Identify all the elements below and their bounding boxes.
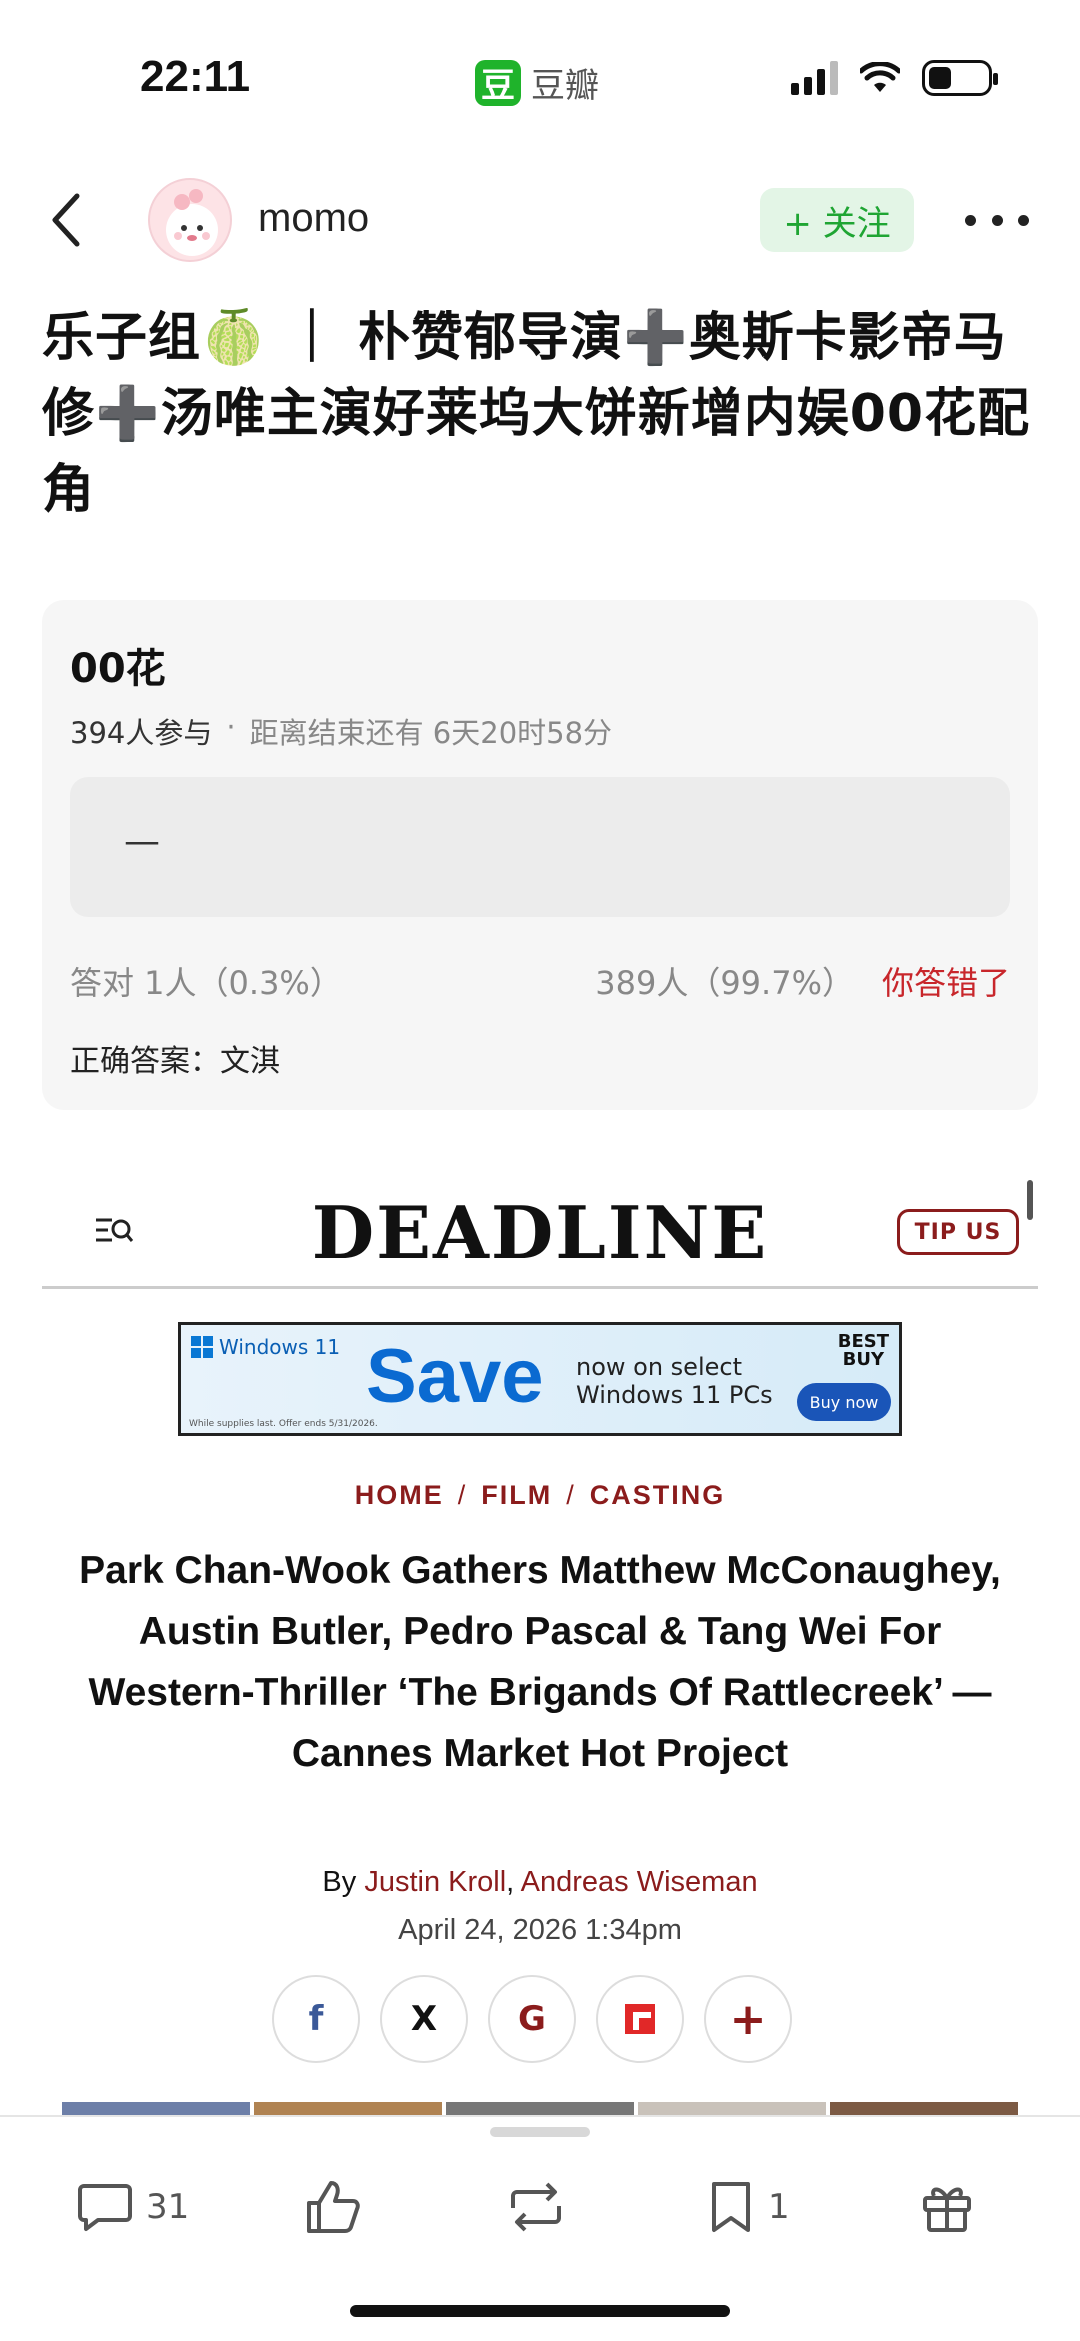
breadcrumb-home: HOME <box>354 1480 444 1510</box>
article-byline: By Justin Kroll, Andreas Wiseman <box>42 1866 1038 1899</box>
photo-thumb <box>446 2102 634 2115</box>
poll-deadline: 距离结束还有 6天20时58分 <box>249 716 613 750</box>
ad-brand: Windows 11 <box>191 1335 340 1359</box>
thumbs-up-icon <box>307 2181 360 2233</box>
breadcrumb-separator: / <box>566 1480 576 1510</box>
article-photo-strip <box>62 2102 1018 2115</box>
gift-button[interactable] <box>922 2157 972 2257</box>
google-icon: G <box>488 1975 576 2063</box>
deadline-logo: DEADLINE <box>311 1190 769 1275</box>
divider <box>42 1286 1038 1289</box>
breadcrumb-film: FILM <box>481 1480 553 1510</box>
article-headline: Park Chan-Wook Gathers Matthew McConaugh… <box>79 1549 1001 1775</box>
avatar[interactable] <box>148 178 232 262</box>
poll-wrong-label: 你答错了 <box>881 964 1010 1002</box>
status-time: 22:11 <box>140 52 251 101</box>
collect-count: 1 <box>768 2187 790 2227</box>
more-share-icon: + <box>704 1975 792 2063</box>
tip-us-button: TIP US <box>897 1209 1019 1255</box>
share-bar: f X G + <box>272 1975 792 2063</box>
comment-button[interactable]: 31 <box>78 2157 189 2257</box>
poll-option[interactable]: — <box>70 777 1010 917</box>
more-options-button[interactable] <box>965 200 1029 240</box>
battery-level <box>929 67 952 89</box>
status-icons <box>791 60 998 96</box>
poll-participants: 394人参与 <box>70 716 213 750</box>
retailer-line2: BUY <box>842 1349 885 1370</box>
ad-copy-line1: now on select <box>576 1353 742 1381</box>
ad-save-text: Save <box>366 1334 544 1419</box>
flipboard-icon <box>596 1975 684 2063</box>
repost-button[interactable] <box>505 2157 581 2257</box>
poll-option-text: — <box>124 821 160 862</box>
poll-wrong-result: 389人（99.7%） 你答错了 <box>595 958 1010 1004</box>
more-dots-icon <box>965 214 976 226</box>
post-header: momo + 关注 <box>0 170 1080 270</box>
byline-prefix: By <box>322 1866 365 1898</box>
ad-cta: Buy now <box>797 1383 891 1421</box>
gift-icon <box>923 2187 971 2232</box>
ad-copy-line2: Windows 11 PCs <box>576 1381 773 1409</box>
app-name: 豆瓣 <box>531 66 599 106</box>
home-indicator <box>350 2305 730 2317</box>
deadline-article-image[interactable]: DEADLINE TIP US Windows 11 Save now on s… <box>42 1160 1038 2115</box>
breadcrumb: HOME / FILM / CASTING <box>42 1480 1038 1511</box>
ad-fine-print: While supplies last. Offer ends 5/31/202… <box>189 1419 378 1429</box>
poll-meta-separator: · <box>226 710 236 744</box>
poll-card: 00花 394人参与 · 距离结束还有 6天20时58分 — 答对 1人（0.3… <box>42 600 1038 1110</box>
avatar-image <box>166 189 218 256</box>
douban-logo-icon: 豆 <box>475 59 521 106</box>
poll-correct-stat: 答对 1人（0.3%） <box>70 964 342 1002</box>
ad-banner: Windows 11 Save now on select Windows 11… <box>178 1322 902 1436</box>
x-icon: X <box>380 1975 468 2063</box>
username[interactable]: momo <box>258 196 369 241</box>
scrollbar <box>1027 1180 1033 1220</box>
cellular-signal-icon <box>791 61 838 95</box>
poll-title: 00花 <box>70 646 166 692</box>
app-badge: 豆 豆瓣 <box>475 58 599 107</box>
breadcrumb-separator: / <box>457 1480 468 1510</box>
wifi-icon <box>860 62 900 92</box>
battery-icon <box>922 60 998 96</box>
author-link: Justin Kroll <box>364 1866 507 1898</box>
comment-icon <box>78 2184 132 2231</box>
status-bar: 22:11 豆 豆瓣 <box>0 0 1080 150</box>
comment-count: 31 <box>146 2187 190 2227</box>
byline-separator: , <box>506 1866 521 1898</box>
photo-thumb <box>254 2102 442 2115</box>
collect-button[interactable]: 1 <box>708 2157 790 2257</box>
like-button[interactable] <box>305 2157 375 2257</box>
back-button[interactable] <box>36 188 96 252</box>
post-title: 乐子组🍈 ｜ 朴赞郁导演➕奥斯卡影帝马修➕汤唯主演好莱坞大饼新增内娱00花配角 <box>42 308 1031 520</box>
photo-thumb <box>638 2102 826 2115</box>
repost-icon <box>511 2182 561 2232</box>
breadcrumb-casting: CASTING <box>589 1480 726 1510</box>
article-date: April 24, 2026 1:34pm <box>398 1914 682 1946</box>
poll-meta: 394人参与 · 距离结束还有 6天20时58分 <box>70 710 612 752</box>
bottom-action-bar: 31 1 <box>0 2115 1080 2341</box>
bestbuy-logo: BEST BUY <box>838 1333 889 1369</box>
drag-handle[interactable] <box>490 2127 590 2137</box>
photo-thumb <box>62 2102 250 2115</box>
windows-logo-icon <box>191 1336 213 1358</box>
poll-wrong-stat: 389人（99.7%） <box>595 964 854 1002</box>
follow-button[interactable]: + 关注 <box>760 188 914 252</box>
poll-correct-answer: 正确答案：文淇 <box>70 1044 280 1079</box>
bookmark-icon <box>712 2182 750 2232</box>
ad-copy: now on select Windows 11 PCs <box>576 1353 773 1409</box>
author-link: Andreas Wiseman <box>520 1866 758 1898</box>
chevron-left-icon <box>52 193 80 247</box>
ad-brand-text: Windows 11 <box>219 1335 341 1359</box>
facebook-icon: f <box>272 1975 360 2063</box>
photo-thumb <box>830 2102 1018 2115</box>
